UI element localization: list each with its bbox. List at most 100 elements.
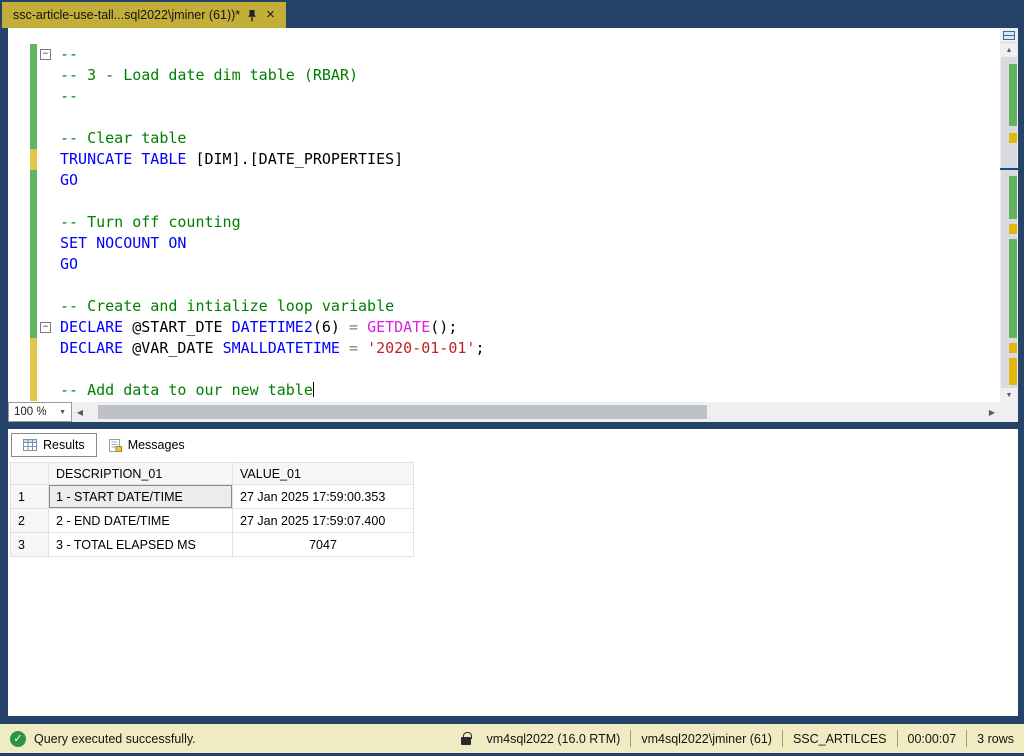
code-line[interactable]: −DECLARE @START_DTE DATETIME2(6) = GETDA… [8, 317, 1000, 338]
query-editor: −---- 3 - Load date dim table (RBAR)----… [8, 28, 1018, 422]
change-mark [1009, 224, 1017, 234]
results-tabstrip: Results Messages [8, 429, 1018, 457]
status-duration: 00:00:07 [908, 732, 957, 746]
scroll-left-icon[interactable]: ◀ [72, 408, 88, 417]
code-text [54, 191, 60, 212]
code-line[interactable] [8, 275, 1000, 296]
change-track-mark [30, 170, 37, 191]
results-grid-icon [23, 439, 37, 451]
code-line[interactable]: -- Clear table [8, 128, 1000, 149]
code-line[interactable]: -- Create and intialize loop variable [8, 296, 1000, 317]
code-text [54, 107, 60, 128]
change-track-mark [30, 107, 37, 128]
cell-value[interactable]: 27 Jan 2025 17:59:07.400 [233, 509, 414, 533]
cell-value[interactable]: 27 Jan 2025 17:59:00.353 [233, 485, 414, 509]
change-track-mark [30, 65, 37, 86]
pin-icon[interactable] [247, 9, 257, 22]
cell-value[interactable]: 7047 [233, 533, 414, 557]
vertical-scroll-track[interactable] [1000, 57, 1018, 388]
code-line[interactable]: -- Add data to our new table [8, 380, 1000, 401]
fold-margin [37, 149, 54, 170]
code-text: -- Turn off counting [54, 212, 241, 233]
change-track-mark [30, 359, 37, 380]
code-line[interactable]: SET NOCOUNT ON [8, 233, 1000, 254]
row-number[interactable]: 2 [11, 509, 49, 533]
text-caret [313, 382, 315, 397]
fold-margin [37, 65, 54, 86]
code-line[interactable]: -- Turn off counting [8, 212, 1000, 233]
code-lines[interactable]: −---- 3 - Load date dim table (RBAR)----… [8, 28, 1000, 402]
ssms-window: ssc-article-use-tall...sql2022\jminer (6… [0, 0, 1024, 756]
scroll-up-icon[interactable]: ▲ [1000, 43, 1018, 57]
code-line[interactable]: GO [8, 170, 1000, 191]
code-line[interactable]: −-- [8, 44, 1000, 65]
row-number[interactable]: 1 [11, 485, 49, 509]
cell-description[interactable]: 3 - TOTAL ELAPSED MS [49, 533, 233, 557]
lock-icon [461, 737, 471, 745]
results-grid-area: DESCRIPTION_01 VALUE_01 11 - START DATE/… [8, 457, 1018, 557]
fold-margin [37, 107, 54, 128]
fold-margin [37, 380, 54, 401]
row-number[interactable]: 3 [11, 533, 49, 557]
grid-corner-cell[interactable] [11, 463, 49, 485]
change-mark [1009, 358, 1017, 384]
messages-icon [109, 439, 122, 452]
scroll-down-icon[interactable]: ▼ [1000, 388, 1018, 402]
results-grid: DESCRIPTION_01 VALUE_01 11 - START DATE/… [10, 462, 414, 557]
fold-margin [37, 338, 54, 359]
fold-collapse-icon[interactable]: − [40, 49, 51, 60]
fold-collapse-icon[interactable]: − [40, 322, 51, 333]
horizontal-scroll-track[interactable] [88, 402, 984, 422]
column-header-description[interactable]: DESCRIPTION_01 [49, 463, 233, 485]
success-check-icon: ✓ [10, 731, 26, 747]
fold-margin: − [37, 44, 54, 65]
code-text: -- Add data to our new table [54, 380, 314, 401]
fold-margin [37, 233, 54, 254]
cell-description[interactable]: 2 - END DATE/TIME [49, 509, 233, 533]
fold-margin [37, 128, 54, 149]
change-track-mark [30, 212, 37, 233]
status-divider [782, 730, 783, 747]
splitter-handle-icon[interactable] [1000, 28, 1018, 43]
horizontal-scrollbar-row: 100 % ▼ ◀ ▶ [8, 402, 1018, 422]
status-row-count: 3 rows [977, 732, 1014, 746]
tab-results[interactable]: Results [11, 433, 97, 457]
change-track-mark [30, 233, 37, 254]
code-line[interactable] [8, 359, 1000, 380]
code-line[interactable]: TRUNCATE TABLE [DIM].[DATE_PROPERTIES] [8, 149, 1000, 170]
change-track-mark [30, 149, 37, 170]
tab-messages[interactable]: Messages [97, 433, 197, 457]
change-track-mark [30, 254, 37, 275]
caret-position-mark [1000, 168, 1018, 170]
column-header-value[interactable]: VALUE_01 [233, 463, 414, 485]
code-line[interactable]: GO [8, 254, 1000, 275]
scroll-right-icon[interactable]: ▶ [984, 408, 1000, 417]
code-text: SET NOCOUNT ON [54, 233, 186, 254]
change-track-mark [30, 275, 37, 296]
change-mark [1009, 343, 1017, 353]
code-line[interactable]: DECLARE @VAR_DATE SMALLDATETIME = '2020-… [8, 338, 1000, 359]
code-text: -- [54, 44, 78, 65]
change-track-mark [30, 191, 37, 212]
vertical-scrollbar[interactable]: ▲ ▼ [1000, 28, 1018, 402]
code-line[interactable]: -- 3 - Load date dim table (RBAR) [8, 65, 1000, 86]
code-line[interactable] [8, 191, 1000, 212]
change-mark [1009, 133, 1017, 143]
change-track-mark [30, 86, 37, 107]
fold-margin [37, 296, 54, 317]
code-line[interactable]: -- [8, 86, 1000, 107]
zoom-select[interactable]: 100 % ▼ [8, 402, 72, 422]
change-mark [1009, 64, 1017, 127]
status-message: Query executed successfully. [34, 732, 196, 746]
results-grid-body: 11 - START DATE/TIME27 Jan 2025 17:59:00… [11, 485, 414, 557]
code-line[interactable] [8, 107, 1000, 128]
change-mark [1009, 176, 1017, 219]
close-icon[interactable]: × [264, 8, 277, 22]
document-tab[interactable]: ssc-article-use-tall...sql2022\jminer (6… [2, 2, 286, 28]
horizontal-scroll-thumb[interactable] [98, 405, 707, 419]
tab-results-label: Results [43, 438, 85, 452]
code-text [54, 275, 60, 296]
cell-description[interactable]: 1 - START DATE/TIME [49, 485, 233, 509]
status-database: SSC_ARTILCES [793, 732, 887, 746]
tab-messages-label: Messages [128, 438, 185, 452]
